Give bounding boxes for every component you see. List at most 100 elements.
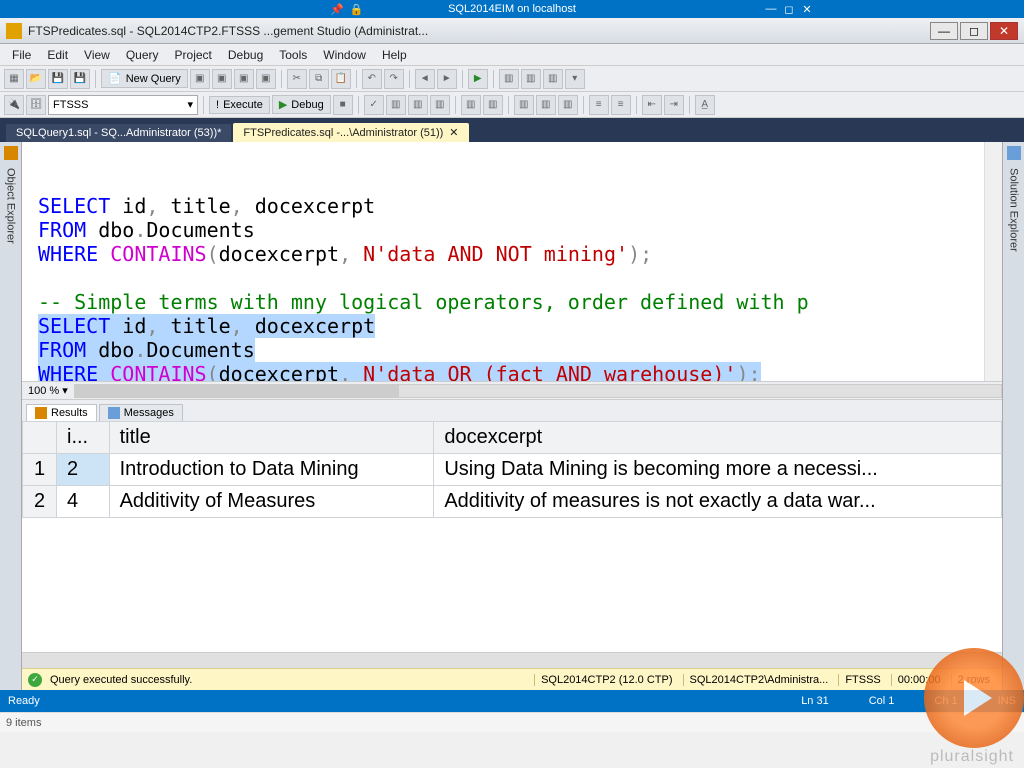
status-ready: Ready	[8, 695, 40, 707]
status-col: Col 1	[869, 695, 895, 707]
maximize-button[interactable]: ◻	[960, 22, 988, 40]
menu-help[interactable]: Help	[374, 46, 415, 64]
close-icon[interactable]: ✕	[449, 126, 458, 139]
actual-plan-button[interactable]: ▥	[461, 95, 481, 115]
table-row[interactable]: 24Additivity of MeasuresAdditivity of me…	[23, 486, 1002, 518]
object-explorer-tab[interactable]: Object Explorer	[0, 142, 22, 690]
solution-explorer-tab[interactable]: Solution Explorer	[1002, 142, 1024, 690]
column-header[interactable]: i...	[57, 422, 110, 454]
redo-button[interactable]: ↷	[384, 69, 404, 89]
grid-icon	[35, 407, 47, 419]
cut-button[interactable]: ✂	[287, 69, 307, 89]
table-row[interactable]: 12Introduction to Data MiningUsing Data …	[23, 454, 1002, 486]
connection-label: SQL2014EIM on localhost	[448, 3, 576, 15]
menu-edit[interactable]: Edit	[39, 46, 76, 64]
menu-query[interactable]: Query	[118, 46, 167, 64]
window-title: FTSPredicates.sql - SQL2014CTP2.FTSSS ..…	[28, 24, 928, 38]
tb-btn-3[interactable]: ▣	[234, 69, 254, 89]
messages-icon	[108, 407, 120, 419]
results-hscrollbar[interactable]	[22, 652, 1002, 668]
debug-button[interactable]: ▶ Debug	[272, 95, 331, 114]
menu-project[interactable]: Project	[167, 46, 220, 64]
document-tab[interactable]: FTSPredicates.sql -...\Administrator (51…	[233, 123, 468, 142]
copy-button[interactable]: ⧉	[309, 69, 329, 89]
tb-btn-5[interactable]: ▥	[499, 69, 519, 89]
editor-hscrollbar[interactable]	[74, 384, 1002, 398]
sql-toolbar: 🔌 🗄 FTSSS▾ ! Execute ▶ Debug ■ ✓ ▥ ▥ ▥ ▥…	[0, 92, 1024, 118]
tb-btn-6[interactable]: ▥	[521, 69, 541, 89]
menu-file[interactable]: File	[4, 46, 39, 64]
change-connection-button[interactable]: 🔌	[4, 95, 24, 115]
indent-button[interactable]: ⇥	[664, 95, 684, 115]
column-header[interactable]: docexcerpt	[434, 422, 1002, 454]
results-file-button[interactable]: ▥	[558, 95, 578, 115]
comment-button[interactable]: ≡	[589, 95, 609, 115]
nav-fwd-button[interactable]: ►	[437, 69, 457, 89]
standard-toolbar: ▦ 📂 💾 💾 📄 New Query ▣ ▣ ▣ ▣ ✂ ⧉ 📋 ↶ ↷ ◄ …	[0, 66, 1024, 92]
estimated-plan-button[interactable]: ▥	[386, 95, 406, 115]
save-all-button[interactable]: 💾	[70, 69, 90, 89]
status-login: SQL2014CTP2\Administra...	[683, 674, 835, 686]
results-pane: i...titledocexcerpt12Introduction to Dat…	[22, 421, 1002, 652]
rdp-minimize-button[interactable]: —	[764, 3, 778, 16]
menu-debug[interactable]: Debug	[220, 46, 271, 64]
new-query-button[interactable]: 📄 New Query	[101, 69, 188, 88]
brand-watermark: pluralsight	[930, 748, 1014, 766]
status-db: FTSSS	[838, 674, 886, 686]
run-button[interactable]: ▶	[468, 69, 488, 89]
rdp-restore-button[interactable]: ◻	[782, 3, 796, 16]
document-tab[interactable]: SQLQuery1.sql - SQ...Administrator (53))…	[6, 124, 231, 142]
nav-back-button[interactable]: ◄	[415, 69, 435, 89]
uncomment-button[interactable]: ≡	[611, 95, 631, 115]
menu-tools[interactable]: Tools	[271, 46, 315, 64]
status-message: Query executed successfully.	[50, 674, 192, 686]
menu-bar: FileEditViewQueryProjectDebugToolsWindow…	[0, 44, 1024, 66]
close-button[interactable]: ✕	[990, 22, 1018, 40]
open-button[interactable]: 📂	[26, 69, 46, 89]
tb-btn-2[interactable]: ▣	[212, 69, 232, 89]
status-server: SQL2014CTP2 (12.0 CTP)	[534, 674, 678, 686]
tab-messages[interactable]: Messages	[99, 404, 183, 421]
title-bar: FTSPredicates.sql - SQL2014CTP2.FTSSS ..…	[0, 18, 1024, 44]
rdp-close-button[interactable]: ✕	[800, 3, 814, 16]
intellisense-button[interactable]: ▥	[430, 95, 450, 115]
outdent-button[interactable]: ⇤	[642, 95, 662, 115]
tb-btn-7[interactable]: ▥	[543, 69, 563, 89]
success-icon: ✓	[28, 673, 42, 687]
parse-button[interactable]: ✓	[364, 95, 384, 115]
play-overlay[interactable]	[924, 648, 1024, 748]
sql-editor[interactable]: SELECT id, title, docexcerptFROM dbo.Doc…	[22, 142, 1002, 381]
editor-vscrollbar[interactable]	[984, 142, 1002, 381]
column-header[interactable]: title	[109, 422, 434, 454]
rdp-connection-bar: 📌 🔒 SQL2014EIM on localhost — ◻ ✕	[0, 0, 1024, 18]
solution-explorer-icon	[1007, 146, 1021, 160]
menu-window[interactable]: Window	[315, 46, 374, 64]
results-grid[interactable]: i...titledocexcerpt12Introduction to Dat…	[22, 421, 1002, 518]
tb-btn-4[interactable]: ▣	[256, 69, 276, 89]
document-tab-bar: SQLQuery1.sql - SQ...Administrator (53))…	[0, 118, 1024, 142]
new-project-button[interactable]: ▦	[4, 69, 24, 89]
save-button[interactable]: 💾	[48, 69, 68, 89]
tb-btn-8[interactable]: ▾	[565, 69, 585, 89]
pin-icon[interactable]: 📌	[330, 3, 344, 16]
results-text-button[interactable]: ▥	[514, 95, 534, 115]
undo-button[interactable]: ↶	[362, 69, 382, 89]
app-icon	[6, 23, 22, 39]
available-db-icon[interactable]: 🗄	[26, 95, 46, 115]
client-stats-button[interactable]: ▥	[483, 95, 503, 115]
zoom-combo[interactable]: 100 % ▾	[22, 384, 74, 397]
menu-view[interactable]: View	[76, 46, 118, 64]
tab-results[interactable]: Results	[26, 404, 97, 421]
minimize-button[interactable]: —	[930, 22, 958, 40]
lock-icon: 🔒	[350, 3, 364, 16]
app-status-bar: Ready Ln 31 Col 1 Ch 1 INS	[0, 690, 1024, 712]
cancel-query-button[interactable]: ■	[333, 95, 353, 115]
results-grid-button[interactable]: ▥	[536, 95, 556, 115]
specify-values-button[interactable]: A̲	[695, 95, 715, 115]
tab-label: SQLQuery1.sql - SQ...Administrator (53))…	[16, 127, 221, 139]
database-combo[interactable]: FTSSS▾	[48, 95, 198, 115]
tb-btn-1[interactable]: ▣	[190, 69, 210, 89]
paste-button[interactable]: 📋	[331, 69, 351, 89]
execute-button[interactable]: ! Execute	[209, 96, 270, 114]
query-options-button[interactable]: ▥	[408, 95, 428, 115]
